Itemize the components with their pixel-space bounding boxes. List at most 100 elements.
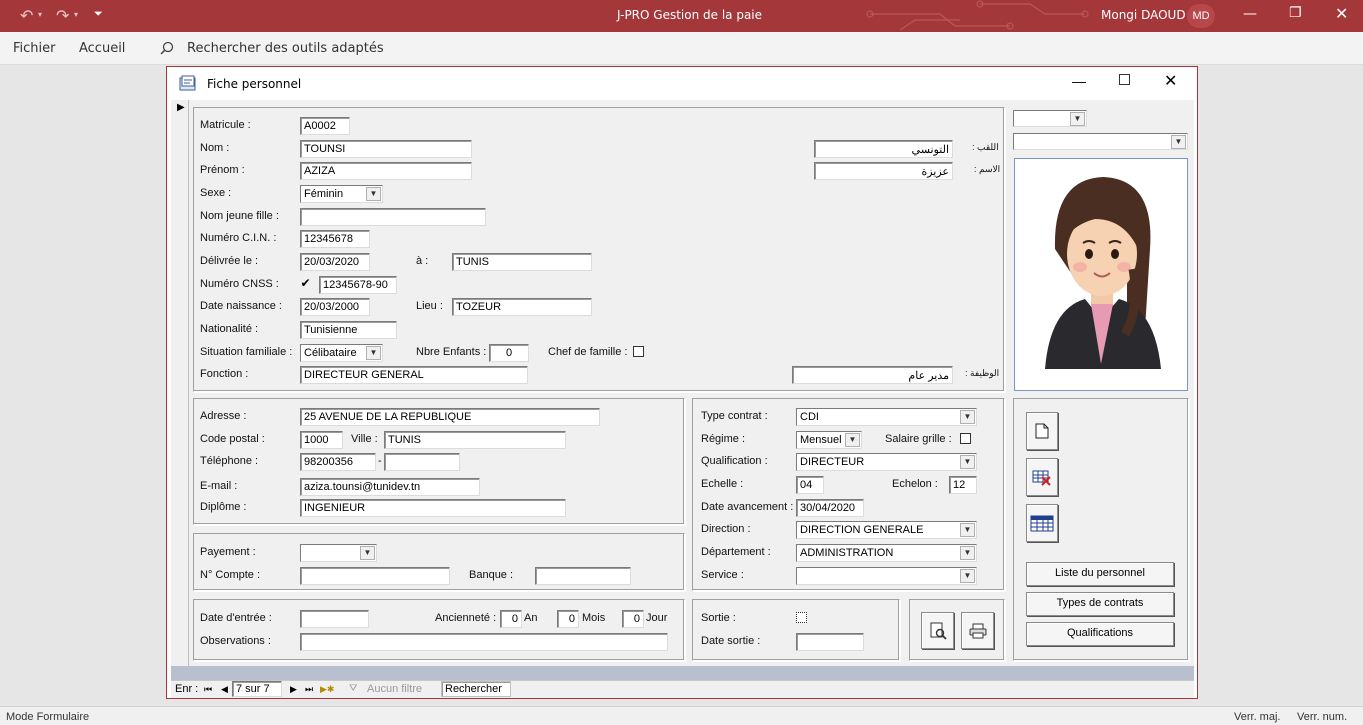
record-search-input[interactable]: Rechercher (441, 681, 511, 697)
payement-select[interactable]: ▼ (300, 544, 377, 562)
ville-label: Ville : (351, 433, 378, 445)
chevron-down-icon: ▼ (1171, 135, 1186, 149)
echelle-field[interactable]: 04 (796, 476, 824, 494)
arabic-nom-field[interactable]: التونسي (814, 140, 953, 158)
prenom-field[interactable]: AZIZA (300, 162, 472, 180)
anciennete-jour-field[interactable]: 0 (622, 610, 644, 628)
chevron-down-icon: ▼ (845, 433, 860, 447)
print-button[interactable] (961, 612, 994, 649)
telephone2-field[interactable] (384, 453, 460, 471)
service-select[interactable]: ▼ (796, 567, 977, 585)
regime-select[interactable]: Mensuel ▼ (796, 431, 862, 449)
record-label: Enr : (175, 683, 199, 695)
search-combo-2[interactable]: ▼ (1013, 133, 1188, 150)
observations-field[interactable] (300, 633, 668, 651)
fonction-field[interactable]: DIRECTEUR GENERAL (300, 366, 528, 384)
echelon-field[interactable]: 12 (949, 476, 977, 494)
qualification-select[interactable]: DIRECTEUR ▼ (796, 453, 977, 471)
salaire-grille-label: Salaire grille : (885, 433, 952, 445)
departement-select[interactable]: ADMINISTRATION ▼ (796, 544, 977, 562)
caps-lock-indicator: Verr. maj. (1234, 711, 1281, 723)
situation-value: Célibataire (304, 347, 357, 359)
record-position-field[interactable]: 7 sur 7 (232, 681, 282, 697)
code-postal-field[interactable]: 1000 (300, 431, 343, 449)
first-record-icon[interactable]: ⏮ (204, 684, 212, 695)
new-record-button[interactable] (1026, 412, 1058, 450)
telephone-field[interactable]: 98200356 (300, 453, 376, 471)
search-combo-1[interactable]: ▼ (1013, 110, 1087, 127)
record-navigation-bar: Enr : ⏮ ◀ 7 sur 7 ▶ ⏭ ▶✱ ⛛ Aucun filtre … (171, 680, 1194, 698)
employee-avatar-image (1045, 177, 1161, 369)
redo-dropdown-icon[interactable]: ▾ (74, 10, 78, 19)
adresse-field[interactable]: 25 AVENUE DE LA REPUBLIQUE (300, 408, 600, 426)
cnss-field[interactable]: 12345678-90 (319, 276, 397, 294)
date-avancement-field[interactable]: 30/04/2020 (796, 499, 864, 517)
record-selector[interactable]: ▶ (171, 100, 189, 666)
nom-jeune-fille-field[interactable] (300, 208, 486, 226)
anciennete-label: Ancienneté : (435, 612, 497, 624)
anciennete-an-field[interactable]: 0 (500, 610, 522, 628)
ville-field[interactable]: TUNIS (384, 431, 566, 449)
nom-field[interactable]: TOUNSI (300, 140, 472, 158)
last-record-icon[interactable]: ⏭ (305, 684, 313, 695)
previous-record-icon[interactable]: ◀ (221, 684, 228, 695)
types-contrats-button[interactable]: Types de contrats (1026, 592, 1174, 616)
anciennete-mois-field[interactable]: 0 (557, 610, 579, 628)
email-field[interactable]: aziza.tounsi@tunidev.tn (300, 478, 480, 496)
arabic-fonction-label: الوظيفة : (965, 368, 1000, 378)
date-sortie-field[interactable] (796, 633, 864, 651)
salaire-grille-checkbox[interactable] (960, 433, 971, 444)
date-avancement-label: Date avancement : (701, 501, 794, 513)
delete-record-icon (1032, 470, 1051, 486)
nationalite-field[interactable]: Tunisienne (300, 321, 397, 339)
qualifications-button[interactable]: Qualifications (1026, 622, 1174, 646)
arabic-fonction-field[interactable]: مدير عام (792, 366, 953, 384)
sexe-select[interactable]: Féminin ▼ (300, 185, 383, 203)
minimize-icon[interactable]: — (1243, 6, 1257, 22)
close-icon[interactable]: ✕ (1335, 4, 1348, 23)
enfants-field[interactable]: 0 (489, 344, 529, 362)
delete-record-button[interactable] (1026, 458, 1058, 496)
banque-field[interactable] (535, 567, 631, 585)
window-maximize-icon[interactable] (1119, 74, 1130, 85)
undo-dropdown-icon[interactable]: ▾ (38, 10, 42, 19)
date-entree-field[interactable] (300, 610, 369, 628)
diplome-field[interactable]: INGENIEUR (300, 499, 566, 517)
window-close-icon[interactable]: ✕ (1164, 71, 1177, 91)
arabic-prenom-field[interactable]: عزيزة (814, 162, 953, 180)
new-record-nav-icon[interactable]: ▶✱ (320, 684, 334, 695)
user-avatar[interactable]: MD (1187, 4, 1215, 28)
file-tab[interactable]: Fichier (13, 41, 56, 56)
direction-select[interactable]: DIRECTION GENERALE ▼ (796, 521, 977, 539)
customize-toolbar-icon[interactable]: ⏷ (94, 7, 103, 21)
filter-toggle[interactable]: Aucun filtre (367, 683, 422, 695)
arabic-nom-label: اللقب : (972, 142, 999, 152)
next-record-icon[interactable]: ▶ (290, 684, 297, 695)
matricule-field[interactable]: A0002 (300, 117, 350, 135)
code-postal-label: Code postal : (200, 433, 265, 445)
echelon-label: Echelon : (892, 478, 938, 490)
employee-photo[interactable] (1014, 158, 1188, 391)
undo-icon[interactable]: ↶ (20, 6, 33, 25)
type-contrat-select[interactable]: CDI ▼ (796, 408, 977, 426)
lieu-field[interactable]: TOZEUR (452, 298, 592, 316)
compte-field[interactable] (300, 567, 450, 585)
sortie-checkbox[interactable] (796, 612, 807, 623)
cnss-checkbox[interactable]: ✔ (300, 277, 311, 290)
home-tab[interactable]: Accueil (79, 41, 125, 56)
redo-icon[interactable]: ↷ (56, 6, 69, 25)
title-bar: ↶ ▾ ↷ ▾ ⏷ J-PRO Gestion de la paie Mongi… (0, 0, 1363, 32)
search-tools-input[interactable]: Rechercher des outils adaptés (187, 41, 384, 56)
cin-field[interactable]: 12345678 (300, 230, 370, 248)
anciennete-mois-unit: Mois (582, 612, 606, 624)
a-lieu-field[interactable]: TUNIS (452, 253, 592, 271)
restore-icon[interactable]: ❐ (1289, 5, 1302, 21)
table-view-button[interactable] (1026, 504, 1058, 542)
window-minimize-icon[interactable]: — (1072, 73, 1086, 89)
preview-button[interactable] (921, 612, 954, 649)
naissance-field[interactable]: 20/03/2000 (300, 298, 370, 316)
liste-personnel-button[interactable]: Liste du personnel (1026, 562, 1174, 586)
chef-famille-checkbox[interactable] (633, 346, 644, 357)
delivree-field[interactable]: 20/03/2020 (300, 253, 370, 271)
situation-select[interactable]: Célibataire ▼ (300, 344, 383, 362)
